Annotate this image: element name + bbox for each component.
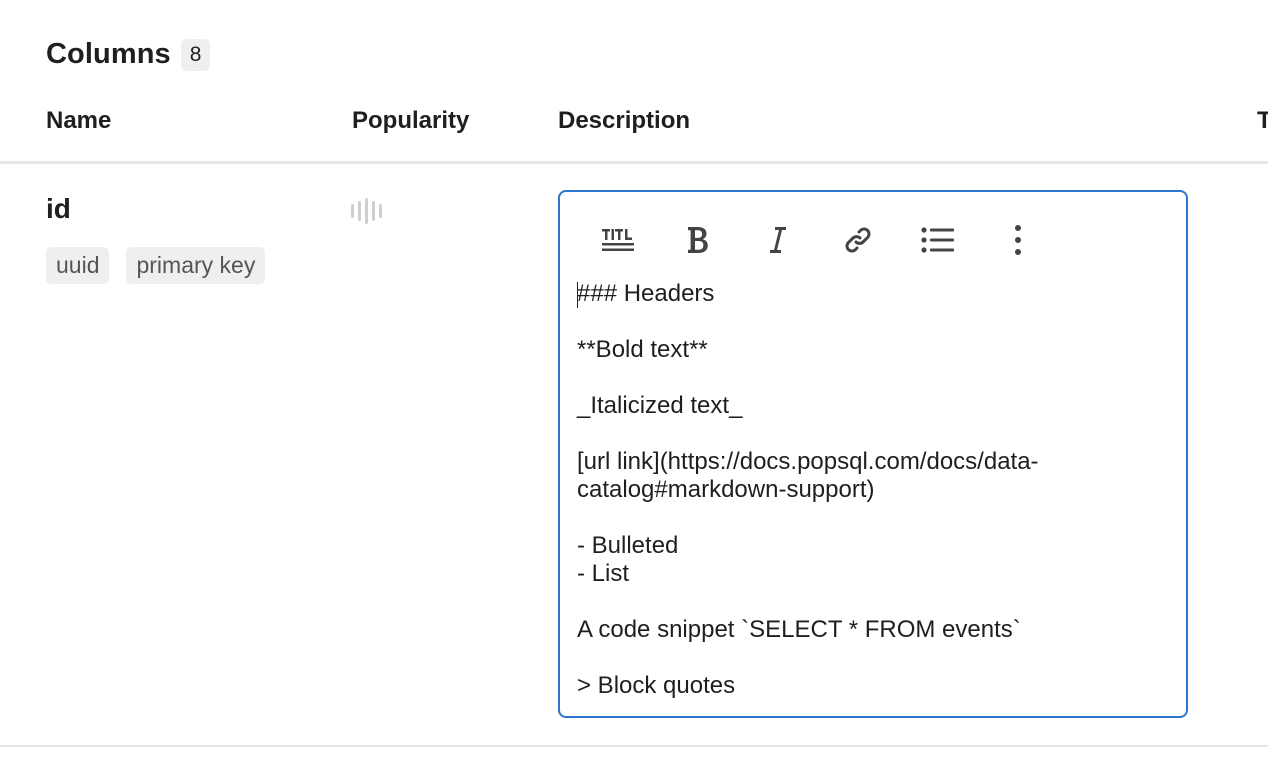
- columns-header: Columns 8: [46, 38, 211, 71]
- column-list-page: Columns 8 Name Popularity Description T …: [0, 0, 1268, 774]
- editor-line: _Italicized text_: [577, 392, 743, 419]
- popularity-bar: [372, 201, 375, 221]
- editor-line: ### Headers: [577, 280, 715, 307]
- editor-line: > Block quotes: [577, 672, 736, 699]
- column-header-popularity[interactable]: Popularity: [352, 107, 469, 135]
- section-title: Columns: [46, 38, 171, 70]
- popularity-bar: [365, 198, 368, 224]
- popularity-bar: [379, 204, 382, 218]
- link-icon: [842, 224, 874, 256]
- editor-line: **Bold text**: [577, 336, 708, 363]
- column-header-description[interactable]: Description: [558, 107, 690, 135]
- column-header-type[interactable]: T: [1257, 107, 1268, 135]
- description-editor[interactable]: ### Headers **Bold text** _Italicized te…: [558, 190, 1188, 718]
- description-text-area[interactable]: ### Headers **Bold text** _Italicized te…: [577, 280, 1157, 700]
- header-divider: [0, 161, 1268, 164]
- column-name[interactable]: id: [46, 193, 71, 225]
- column-header-name[interactable]: Name: [46, 107, 111, 135]
- editor-line: - List: [577, 560, 630, 587]
- italic-button[interactable]: [758, 220, 798, 260]
- popularity-bar: [351, 204, 354, 218]
- bold-icon: [685, 225, 711, 255]
- editor-line: - Bulleted: [577, 532, 679, 559]
- title-button[interactable]: [598, 220, 638, 260]
- editor-line: [url link](https://docs.popsql.com/docs/…: [577, 448, 1039, 475]
- row-divider: [0, 745, 1268, 747]
- column-tags: uuid primary key: [46, 247, 266, 284]
- link-button[interactable]: [838, 220, 878, 260]
- type-tag: uuid: [46, 247, 110, 284]
- editor-line: A code snippet `SELECT * FROM events`: [577, 616, 1021, 643]
- title-icon: [601, 226, 635, 254]
- popularity-meter: [351, 197, 382, 225]
- italic-icon: [767, 225, 789, 255]
- column-count-badge: 8: [180, 38, 211, 71]
- bulleted-list-icon: [921, 226, 955, 254]
- editor-toolbar: [598, 220, 1038, 260]
- popularity-bar: [358, 201, 361, 221]
- bold-button[interactable]: [678, 220, 718, 260]
- bulleted-list-button[interactable]: [918, 220, 958, 260]
- more-options-button[interactable]: [998, 220, 1038, 260]
- editor-line: catalog#markdown-support): [577, 476, 875, 503]
- primary-key-tag: primary key: [126, 247, 266, 284]
- more-options-icon: [1014, 224, 1022, 256]
